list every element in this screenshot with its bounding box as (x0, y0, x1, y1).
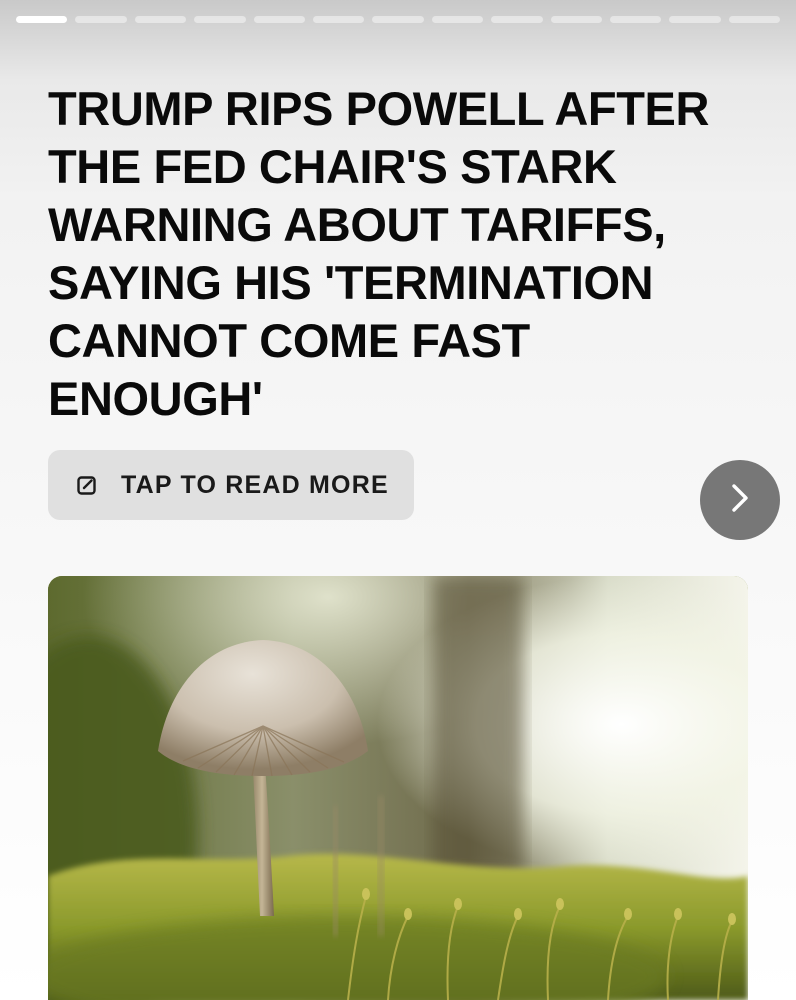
progress-segment (75, 16, 127, 23)
chevron-right-icon (728, 482, 752, 519)
progress-segment (194, 16, 246, 23)
external-link-icon (75, 473, 99, 497)
progress-segment (372, 16, 424, 23)
progress-segment-active (16, 16, 68, 23)
read-more-button[interactable]: TAP TO READ MORE (48, 450, 414, 520)
next-story-button[interactable] (700, 460, 780, 540)
story-headline: TRUMP RIPS POWELL AFTER THE FED CHAIR'S … (48, 82, 710, 425)
progress-segment (669, 16, 721, 23)
read-more-label: TAP TO READ MORE (121, 470, 389, 499)
story-image (48, 576, 748, 1000)
progress-segment (253, 16, 305, 23)
progress-segment (431, 16, 484, 23)
story-progress-bar (16, 16, 781, 23)
progress-segment (609, 16, 662, 23)
progress-segment (134, 16, 187, 23)
progress-segment (491, 16, 543, 23)
mushroom-photo (48, 576, 748, 1000)
progress-segment (728, 16, 781, 23)
progress-segment (312, 16, 365, 23)
progress-segment (550, 16, 602, 23)
